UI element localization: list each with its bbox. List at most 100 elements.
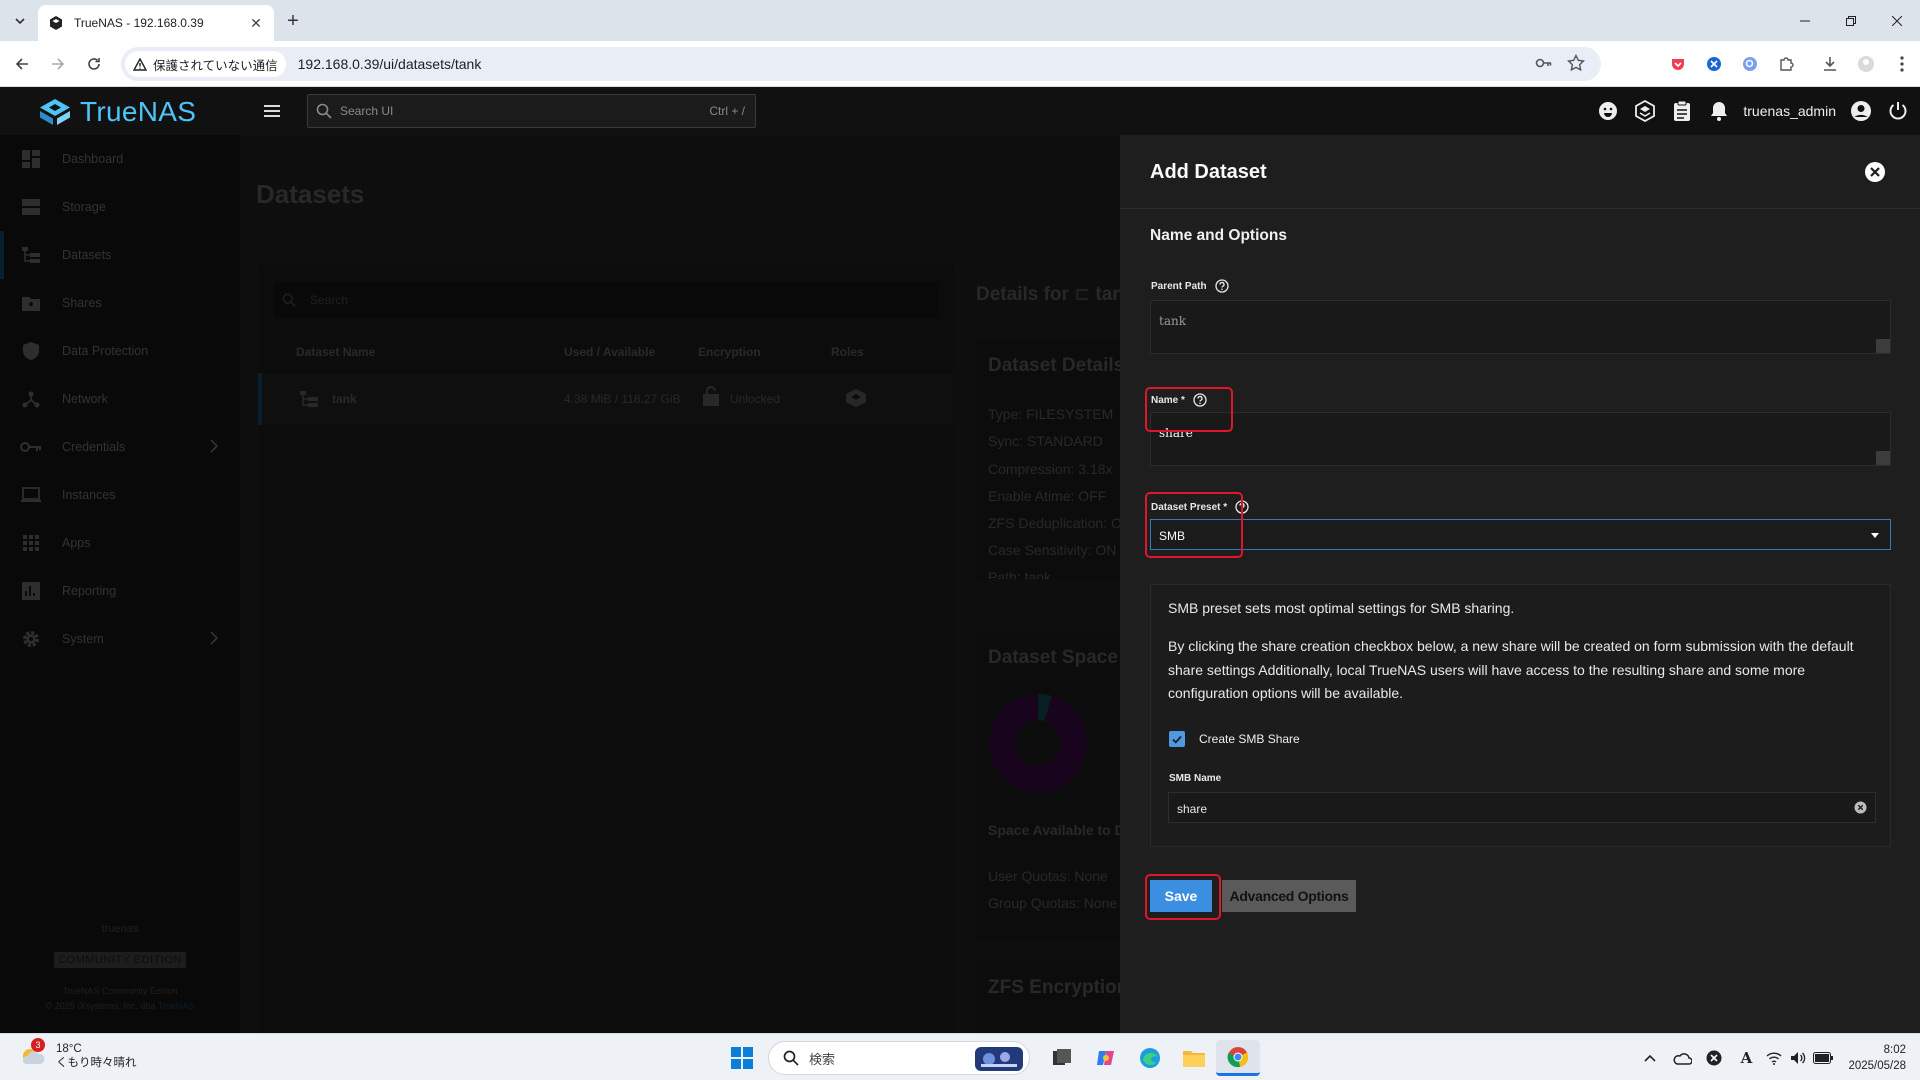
minimize-icon — [1800, 20, 1810, 21]
bell-icon — [1710, 102, 1727, 121]
browser-menu-icon[interactable] — [1884, 52, 1920, 76]
taskview-button[interactable] — [1040, 1040, 1084, 1076]
tab-close-icon[interactable]: ✕ — [248, 15, 264, 31]
clipboard-icon — [1673, 100, 1690, 121]
forward-button[interactable] — [46, 52, 70, 76]
jobs-button[interactable] — [1663, 87, 1700, 135]
power-button[interactable] — [1879, 87, 1916, 135]
browser-tab[interactable]: TrueNAS - 192.168.0.39 ✕ — [38, 5, 274, 41]
tray-overflow-button[interactable] — [1634, 1034, 1666, 1080]
address-bar[interactable]: 保護されていない通信 192.168.0.39/ui/datasets/tank — [121, 47, 1601, 81]
profile-avatar-icon[interactable] — [1848, 52, 1884, 76]
pocket-extension-icon[interactable] — [1660, 52, 1696, 76]
arrow-right-icon — [52, 58, 65, 70]
add-dataset-drawer: Add Dataset Name and Options Parent Path… — [1120, 135, 1920, 1033]
advanced-options-button[interactable]: Advanced Options — [1222, 880, 1356, 912]
tab-list-button[interactable] — [8, 9, 32, 33]
volume-icon[interactable] — [1786, 1034, 1810, 1080]
download-icon[interactable] — [1812, 52, 1848, 76]
weather-text: くもり時々晴れ — [56, 1057, 137, 1069]
highlight-preset-field — [1145, 492, 1243, 558]
search-ui-input[interactable]: Search UI Ctrl + / — [307, 94, 756, 128]
chrome-icon — [1227, 1046, 1249, 1067]
task-view-icon — [1053, 1049, 1071, 1065]
back-button[interactable] — [10, 52, 34, 76]
help-icon[interactable] — [1214, 279, 1229, 293]
highlight-save-button — [1145, 874, 1221, 920]
search-highlight-image-icon — [975, 1047, 1023, 1071]
truecommand-icon — [1634, 100, 1655, 122]
create-smb-share-label: Create SMB Share — [1199, 732, 1300, 746]
truenas-favicon-icon — [50, 16, 62, 30]
clock-time: 8:02 — [1883, 1043, 1906, 1056]
dropdown-arrow-icon — [1871, 533, 1879, 538]
alerts-button[interactable] — [1700, 87, 1737, 135]
security-label: 保護されていない通信 — [153, 58, 278, 73]
password-key-icon[interactable] — [1535, 54, 1553, 72]
reload-button[interactable] — [82, 52, 106, 76]
chevron-down-icon — [15, 18, 25, 25]
parent-path-label: Parent Path — [1151, 279, 1229, 293]
chrome-button[interactable] — [1216, 1040, 1260, 1076]
name-field[interactable]: share — [1150, 412, 1891, 466]
folder-icon — [1183, 1051, 1205, 1067]
feedback-button[interactable] — [1589, 87, 1626, 135]
close-drawer-button[interactable] — [1864, 161, 1886, 183]
checkbox-checked-icon[interactable] — [1169, 731, 1185, 747]
app-header: TrueNAS Search UI Ctrl + / truenas_admin — [0, 87, 1920, 135]
parent-path-field: tank — [1150, 300, 1891, 354]
smb-name-input[interactable]: share — [1168, 792, 1876, 823]
restore-icon — [1846, 15, 1856, 26]
taskbar-search[interactable]: 検索 — [768, 1041, 1030, 1075]
user-menu-button[interactable] — [1842, 87, 1879, 135]
url-text[interactable]: 192.168.0.39/ui/datasets/tank — [298, 56, 482, 72]
weather-badge: 3 — [31, 1038, 45, 1052]
edge-icon — [1140, 1048, 1160, 1068]
new-tab-button[interactable]: + — [281, 9, 305, 33]
truenas-logo[interactable]: TrueNAS — [38, 96, 196, 128]
copilot-icon — [1097, 1051, 1114, 1065]
file-explorer-button[interactable] — [1172, 1040, 1216, 1076]
copilot-button[interactable] — [1084, 1040, 1128, 1076]
ime-icon[interactable]: A — [1730, 1034, 1762, 1080]
highlight-name-field — [1145, 387, 1233, 432]
edge-button[interactable] — [1128, 1040, 1172, 1076]
section-title: Name and Options — [1150, 227, 1287, 244]
close-window-button[interactable] — [1874, 0, 1920, 41]
dataset-preset-select[interactable]: SMB — [1150, 519, 1891, 550]
temperature: 18°C — [56, 1043, 82, 1055]
start-button[interactable] — [720, 1040, 764, 1076]
onedrive-icon[interactable] — [1666, 1034, 1698, 1080]
tray-app-x-icon[interactable] — [1698, 1034, 1730, 1080]
truecommand-button[interactable] — [1626, 87, 1663, 135]
close-circle-icon — [1865, 162, 1885, 182]
weather-icon: 3 — [18, 1038, 46, 1070]
restore-button[interactable] — [1828, 0, 1874, 41]
minimize-button[interactable] — [1782, 0, 1828, 41]
tab-title: TrueNAS - 192.168.0.39 — [74, 16, 204, 30]
lens-extension-icon[interactable] — [1732, 52, 1768, 76]
bookmark-star-icon[interactable] — [1567, 54, 1585, 72]
create-smb-share-checkbox[interactable]: Create SMB Share — [1169, 731, 1300, 747]
modal-backdrop[interactable] — [0, 135, 1120, 1033]
windows-taskbar: 3 18°C くもり時々晴れ 検索 A 8:02 2025/05/28 — [0, 1033, 1920, 1080]
drawer-title: Add Dataset — [1150, 161, 1267, 183]
clock-date: 2025/05/28 — [1848, 1059, 1906, 1072]
security-chip[interactable]: 保護されていない通信 — [125, 51, 286, 77]
menu-toggle-button[interactable] — [260, 99, 284, 123]
extensions-puzzle-icon[interactable] — [1768, 52, 1804, 76]
browser-toolbar: 保護されていない通信 192.168.0.39/ui/datasets/tank — [0, 41, 1920, 87]
extension-blue-icon[interactable] — [1696, 52, 1732, 76]
username-label[interactable]: truenas_admin — [1743, 103, 1836, 119]
weather-widget[interactable]: 3 18°C くもり時々晴れ — [18, 1038, 137, 1070]
smiley-icon — [1598, 102, 1617, 120]
truenas-logo-icon — [40, 99, 70, 125]
wifi-icon[interactable] — [1762, 1034, 1786, 1080]
account-circle-icon — [1850, 101, 1871, 121]
hamburger-icon — [264, 105, 280, 117]
windows-logo-icon — [731, 1047, 753, 1069]
clear-input-icon[interactable] — [1854, 801, 1867, 814]
battery-icon[interactable] — [1810, 1034, 1836, 1080]
browser-tab-bar: TrueNAS - 192.168.0.39 ✕ + — [0, 0, 1920, 41]
taskbar-clock[interactable]: 8:02 2025/05/28 — [1848, 1042, 1906, 1074]
